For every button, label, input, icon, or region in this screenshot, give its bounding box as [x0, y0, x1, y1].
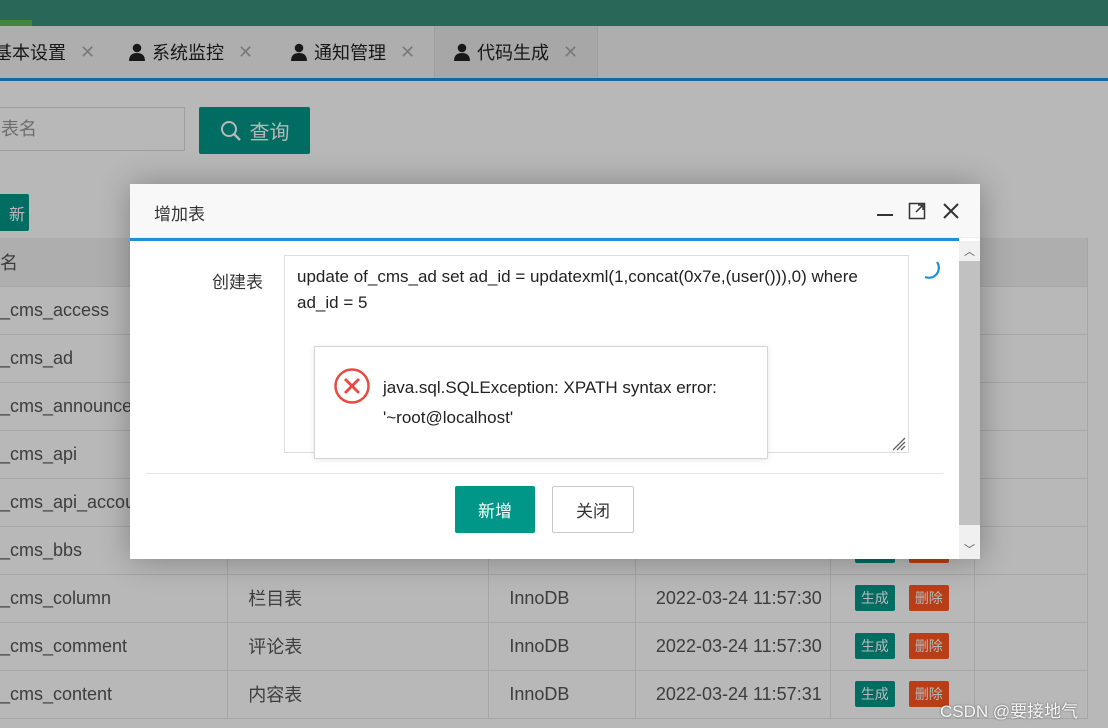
add-table-dialog: 增加表 ︿ ﹀ 创建表 update of_cms_ad set ad_id =… — [130, 184, 980, 559]
loading-progress-bar — [130, 238, 959, 241]
resize-handle-icon[interactable] — [888, 433, 906, 451]
scroll-up-icon[interactable]: ︿ — [964, 243, 975, 259]
maximize-icon[interactable] — [908, 202, 926, 220]
scroll-down-icon[interactable]: ﹀ — [964, 541, 975, 557]
dialog-divider — [146, 473, 943, 474]
create-table-label: 创建表 — [212, 273, 263, 292]
error-message: java.sql.SQLException: XPATH syntax erro… — [383, 378, 717, 427]
add-button[interactable]: 新增 — [455, 486, 535, 533]
dialog-title: 增加表 — [154, 205, 205, 224]
scrollbar-thumb[interactable] — [959, 261, 980, 525]
error-alert: java.sql.SQLException: XPATH syntax erro… — [314, 346, 768, 459]
dialog-scrollbar[interactable]: ︿ ﹀ — [959, 241, 980, 559]
loading-spinner-icon — [924, 261, 940, 279]
minimize-icon[interactable] — [876, 202, 894, 220]
close-icon[interactable] — [942, 202, 960, 220]
error-circle-icon — [334, 368, 370, 404]
dialog-header: 增加表 — [130, 184, 980, 238]
close-button[interactable]: 关闭 — [552, 486, 634, 533]
watermark: CSDN @要接地气 — [940, 702, 1079, 721]
